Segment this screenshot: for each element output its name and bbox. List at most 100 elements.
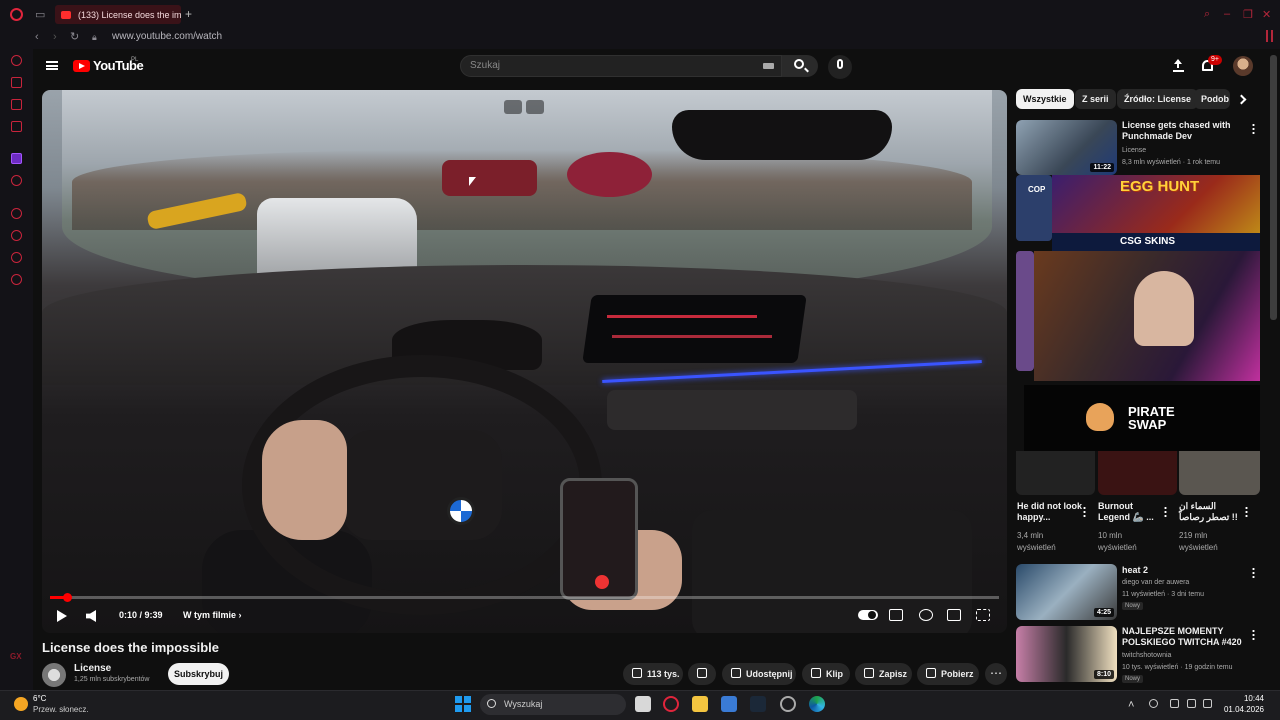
onedrive-icon[interactable] [1149,699,1158,708]
store-icon[interactable] [721,696,737,712]
more-options-icon[interactable] [1164,506,1167,517]
address-bar[interactable]: www.youtube.com/watch [112,31,222,42]
video-thumbnail[interactable]: 4:25 [1016,564,1117,620]
gx-corner-icon[interactable] [11,77,22,88]
like-button[interactable]: 113 tys. [623,663,683,685]
short-title[interactable]: Burnout Legend 🦾 ... [1098,501,1163,523]
back-icon[interactable]: ‹ [35,31,39,43]
chip-source[interactable]: Źródło: License [1117,89,1199,109]
opera-gx-logo-icon[interactable] [10,8,23,21]
recommended-channel[interactable]: diego van der auwera [1122,578,1189,587]
streamer-ad[interactable] [1034,251,1260,381]
extensions-icon[interactable] [11,252,22,263]
more-actions-button[interactable]: ⋯ [985,663,1007,685]
video-thumbnail[interactable]: 8:10 [1016,626,1117,682]
settings-icon[interactable] [11,274,22,285]
edge-icon[interactable] [809,696,825,712]
save-button[interactable]: Zapisz [855,663,912,685]
volume-icon[interactable] [86,610,96,622]
chip-similar[interactable]: Podob [1194,89,1230,109]
egg-hunt-ad[interactable]: EGG HUNT CSG SKINS [1052,175,1260,251]
weather-description[interactable]: Przew. słonecz. [33,705,89,714]
short-thumbnail[interactable] [1179,451,1260,495]
more-options-icon[interactable] [1245,506,1248,517]
tab-manager-icon[interactable]: ▭ [35,9,45,21]
share-button[interactable]: Udostępnij [722,663,796,685]
forward-icon[interactable]: › [53,31,57,43]
avatar[interactable] [1233,56,1253,76]
gx-control-icon[interactable] [11,55,22,66]
subtitles-icon[interactable] [889,609,903,621]
video-thumbnail[interactable]: 11:22 [1016,120,1117,175]
more-options-icon[interactable] [1083,506,1086,517]
network-icon[interactable] [1187,699,1196,708]
recommended-title[interactable]: License gets chased with Punchmade Dev [1122,120,1242,142]
channel-avatar[interactable] [42,663,66,687]
progress-scrubber[interactable] [63,593,72,602]
subscribe-button[interactable]: Subskrybuj [168,663,229,685]
search-tabs-icon[interactable]: ⌕ [1204,8,1210,21]
microphone-tray-icon[interactable] [1170,699,1179,708]
short-thumbnail[interactable] [1098,451,1177,495]
recommended-title[interactable]: NAJLEPSZE MOMENTY POLSKIEGO TWITCHA #420 [1122,626,1247,648]
progress-bar[interactable] [50,596,999,599]
fullscreen-icon[interactable] [976,609,990,621]
minimize-icon[interactable]: – [1224,8,1230,20]
download-button[interactable]: Pobierz [917,663,979,685]
reload-icon[interactable]: ↻ [70,31,79,43]
short-thumbnail[interactable]: COP [1016,175,1052,241]
chevron-right-icon[interactable] [1236,94,1247,105]
weather-sun-icon[interactable] [14,697,28,711]
windows-start-icon[interactable] [455,696,471,712]
more-options-icon[interactable] [1252,123,1255,134]
messenger-icon[interactable] [11,99,22,110]
channel-name[interactable]: License [74,663,111,674]
instagram-icon[interactable] [11,121,22,132]
menu-icon[interactable] [46,61,58,70]
short-title[interactable]: He did not look happy... [1017,501,1087,523]
play-icon[interactable] [57,610,67,622]
maximize-icon[interactable]: ❐ [1243,8,1253,21]
twitch-icon[interactable] [11,153,22,164]
pirate-swap-ad[interactable]: PIRATE SWAP [1024,385,1260,451]
taskbar-date[interactable]: 01.04.2026 [1210,705,1264,714]
short-title[interactable]: السماء ان تصطر رصاصاً !! [1179,501,1239,523]
theater-mode-icon[interactable] [947,609,961,621]
chip-series[interactable]: Z serii [1075,89,1116,109]
taskbar-search-input[interactable] [480,694,626,715]
recommended-title[interactable]: heat 2 [1122,565,1242,576]
youtube-logo-icon[interactable] [73,60,90,72]
recommended-channel[interactable]: twitchshotownia [1122,651,1171,660]
history-icon[interactable] [11,230,22,241]
short-thumbnail[interactable] [1016,451,1095,495]
autoplay-toggle[interactable] [858,610,878,620]
video-player[interactable]: 0:10 / 9:39 W tym filmie › [42,90,1007,633]
recommended-channel[interactable]: License [1122,146,1146,155]
more-options-icon[interactable] [1252,629,1255,640]
tray-chevron-icon[interactable]: ˄ [1128,699,1134,711]
opera-gx-taskbar-icon[interactable] [663,696,679,712]
search-input[interactable] [460,55,782,77]
skip-icon[interactable] [526,100,544,114]
settings-gear-icon[interactable] [919,609,933,621]
miniplayer-icon[interactable] [504,100,522,114]
tab-youtube[interactable]: (133) License does the imp [55,5,181,24]
clip-button[interactable]: Klip [802,663,850,685]
more-options-icon[interactable] [1252,567,1255,578]
task-view-icon[interactable] [635,696,651,712]
chip-all[interactable]: Wszystkie [1016,89,1074,109]
close-window-icon[interactable]: ✕ [1262,8,1271,21]
page-scrollbar[interactable] [1270,55,1277,320]
github-icon[interactable] [780,696,796,712]
create-icon[interactable] [1173,59,1184,72]
youtube-music-icon[interactable] [11,175,22,186]
steam-icon[interactable] [750,696,766,712]
weather-temperature[interactable]: 6°C [33,694,46,703]
short-thumbnail[interactable] [1016,251,1034,371]
dislike-button[interactable] [688,663,716,685]
taskbar-clock[interactable]: 10:44 [1222,694,1264,703]
file-explorer-icon[interactable] [692,696,708,712]
player-icon[interactable] [11,208,22,219]
new-tab-button[interactable]: + [185,8,192,20]
keyboard-icon[interactable] [763,63,774,69]
